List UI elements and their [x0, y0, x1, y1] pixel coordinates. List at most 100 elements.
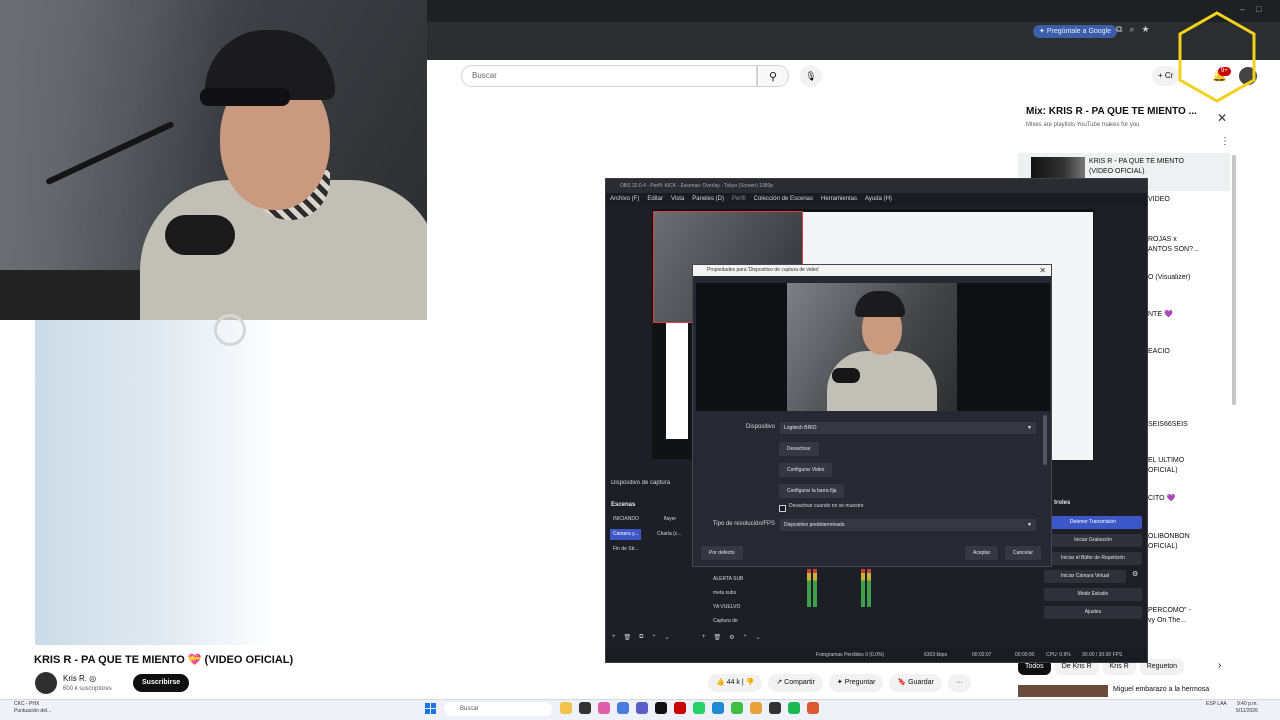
menu-file[interactable]: Archivo (F) — [610, 193, 639, 206]
more-actions-button[interactable]: ··· — [947, 674, 971, 692]
chevron-right-icon[interactable]: › — [1218, 660, 1221, 671]
trash-icon[interactable]: 🗑 — [624, 634, 632, 641]
list-item[interactable]: VIDEO — [1148, 196, 1170, 203]
search-button[interactable]: ⚲ — [757, 65, 789, 87]
configure-video-button[interactable]: Configurar Video — [779, 463, 833, 477]
playlist-scrollbar[interactable] — [1232, 155, 1236, 405]
windows-start-icon[interactable] — [425, 703, 436, 714]
thumbs-down-icon[interactable]: 👎 — [746, 679, 755, 686]
down-arrow-icon[interactable]: ⌄ — [664, 634, 669, 641]
gear-icon[interactable]: ⚙ — [1132, 570, 1138, 578]
ask-button[interactable]: ✦ Preguntar — [828, 674, 884, 692]
teams-icon[interactable] — [636, 702, 648, 714]
deactivate-button[interactable]: Desactivar — [779, 442, 819, 456]
next-video-title[interactable]: Miguel embarazo a la hermosa — [1113, 686, 1209, 693]
ask-google-button[interactable]: ✦ Pregúntale a Google — [1033, 25, 1118, 38]
edge-icon[interactable] — [712, 702, 724, 714]
channel-name[interactable]: Kris R. ◎ — [63, 674, 96, 683]
device-select[interactable]: Logitech BRIO ▼ — [780, 422, 1036, 434]
app-icon[interactable] — [807, 702, 819, 714]
settings-button[interactable]: Ajustes — [1044, 606, 1142, 619]
stop-streaming-button[interactable]: Detener Transmisión — [1044, 516, 1142, 529]
add-icon[interactable]: + — [612, 634, 616, 641]
scene-item[interactable]: flayer — [661, 514, 679, 525]
subscribe-button[interactable]: Suscribirse — [133, 674, 190, 692]
next-video-thumbnail[interactable] — [1018, 685, 1108, 697]
spotify-icon[interactable] — [788, 702, 800, 714]
defaults-button[interactable]: Por defecto — [701, 546, 743, 560]
filter-icon[interactable]: ⧉ — [639, 634, 643, 641]
app-icon[interactable] — [617, 702, 629, 714]
language-indicator[interactable]: ESP LAA — [1206, 701, 1227, 708]
source-item[interactable]: YA VUELVO — [701, 600, 777, 614]
list-item[interactable]: OFICIAL) — [1148, 467, 1178, 474]
start-recording-button[interactable]: Iniciar Grabación — [1044, 534, 1142, 547]
taskbar-notification[interactable]: CKC - PHX Puntuación del... — [14, 701, 51, 715]
search-input[interactable]: Buscar — [461, 65, 757, 87]
list-item[interactable]: EACIO — [1148, 348, 1170, 355]
cancel-button[interactable]: Cancelar — [1005, 546, 1042, 560]
youtube-icon[interactable] — [674, 702, 686, 714]
terminal-icon[interactable] — [579, 702, 591, 714]
close-icon[interactable]: ✕ — [1039, 265, 1046, 276]
list-item[interactable]: PERCOMO" - — [1148, 607, 1191, 614]
star-icon[interactable]: ★ — [1141, 24, 1149, 35]
menu-view[interactable]: Vista — [671, 193, 684, 206]
cast-icon[interactable]: ⧉ — [1116, 24, 1122, 35]
share-button[interactable]: ↗ Compartir — [768, 674, 823, 692]
accept-button[interactable]: Aceptar — [965, 546, 999, 560]
gear-icon[interactable]: ⚙ — [729, 634, 734, 641]
menu-docks[interactable]: Paneles (D) — [692, 193, 724, 206]
studio-mode-button[interactable]: Modo Estudio — [1044, 588, 1142, 601]
up-arrow-icon[interactable]: ⌃ — [651, 634, 656, 641]
close-icon[interactable]: ✕ — [1217, 111, 1227, 125]
clock[interactable]: 9:40 p.m. 5/11/2026 — [1236, 701, 1258, 715]
file-explorer-icon[interactable] — [560, 702, 572, 714]
scene-item[interactable]: Fin de Str... — [610, 544, 642, 555]
list-item[interactable]: vy On The... — [1148, 617, 1186, 624]
menu-edit[interactable]: Editar — [647, 193, 663, 206]
scene-item[interactable]: INICIANDO — [610, 514, 642, 525]
start-virtual-camera-button[interactable]: Iniciar Cámara Virtual — [1044, 570, 1126, 583]
source-item[interactable]: Captura de — [701, 614, 777, 628]
save-button[interactable]: 🔖 Guardar — [889, 674, 942, 692]
down-arrow-icon[interactable]: ⌄ — [756, 634, 761, 641]
video-player[interactable] — [35, 320, 427, 645]
dialog-scrollbar[interactable] — [1043, 415, 1047, 465]
list-item[interactable]: ANTOS SON?... — [1148, 246, 1199, 253]
up-arrow-icon[interactable]: ⌃ — [743, 634, 748, 641]
list-item[interactable]: EL ULTIMO — [1148, 457, 1184, 464]
like-button[interactable]: 👍 44 k | 👎 — [708, 674, 763, 692]
voice-search-button[interactable]: 🎙 — [800, 65, 822, 87]
menu-profile[interactable]: Perfil — [732, 193, 746, 206]
mix-row-title[interactable]: KRIS R - PA QUE TE MIENTO (VIDEO OFICIAL… — [1089, 157, 1199, 177]
list-item[interactable]: NTE 💜 — [1148, 310, 1173, 318]
whatsapp-icon[interactable] — [693, 702, 705, 714]
menu-tools[interactable]: Herramientas — [821, 193, 857, 206]
menu-help[interactable]: Ayuda (H) — [865, 193, 892, 206]
scene-item[interactable]: Charla (c... — [654, 529, 684, 540]
list-item[interactable]: SEIS66SEIS — [1148, 421, 1188, 428]
list-item[interactable]: OLIBONBON — [1148, 533, 1190, 540]
deactivate-hidden-checkbox[interactable] — [779, 505, 786, 512]
configure-crossbar-button[interactable]: Configurar la barra fija — [779, 484, 845, 498]
zoom-icon[interactable]: ⌕ — [1129, 24, 1134, 35]
source-item[interactable]: ALERTA SUB — [701, 572, 777, 586]
trash-icon[interactable]: 🗑 — [714, 634, 722, 641]
source-item[interactable]: meta subs — [701, 586, 777, 600]
taskbar-search[interactable]: Buscar — [444, 702, 552, 716]
resolution-select[interactable]: Dispositivo predeterminado ▼ — [780, 519, 1036, 531]
channel-avatar[interactable] — [35, 672, 57, 694]
app-icon[interactable] — [598, 702, 610, 714]
list-item[interactable]: O (Visualizer) — [1148, 274, 1190, 281]
list-item[interactable]: CITO 💜 — [1148, 494, 1175, 502]
start-replay-buffer-button[interactable]: Iniciar el Búfer de Repetición — [1044, 552, 1142, 565]
tiktok-icon[interactable] — [655, 702, 667, 714]
app-icon[interactable] — [731, 702, 743, 714]
list-item[interactable]: OFICIAL) — [1148, 543, 1178, 550]
scene-item-selected[interactable]: Camara y... — [610, 529, 642, 540]
list-item[interactable]: ROJAS x — [1148, 236, 1177, 243]
add-icon[interactable]: + — [702, 634, 706, 641]
more-vert-icon[interactable]: ⋮ — [1220, 136, 1230, 147]
obs-icon[interactable] — [769, 702, 781, 714]
